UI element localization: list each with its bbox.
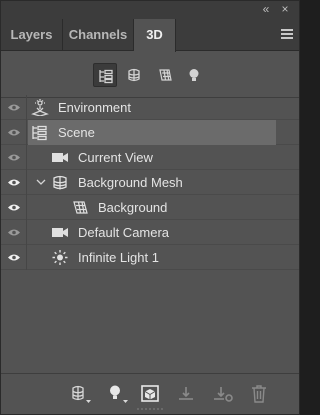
scene-tree-icon: [99, 69, 113, 84]
light-bulb-icon: [189, 69, 199, 81]
render-cube-icon: [141, 385, 159, 402]
trash-icon: [252, 385, 266, 403]
close-panel-button[interactable]: ×: [278, 3, 292, 15]
collapse-panels-button[interactable]: «: [259, 3, 273, 15]
light-bulb-icon: [110, 385, 128, 403]
visibility-toggle[interactable]: [1, 145, 27, 170]
whole-scene-filter-button[interactable]: [93, 63, 117, 87]
tab-layers[interactable]: Layers: [1, 19, 63, 51]
visibility-toggle[interactable]: [1, 245, 27, 270]
scene-tree-icon: [32, 125, 47, 141]
environment-icon: [31, 99, 49, 116]
item-label: Environment: [58, 100, 131, 115]
drop-to-ground-alt-button[interactable]: [213, 384, 235, 404]
camera-icon: [52, 153, 68, 162]
eye-icon: [8, 154, 20, 161]
eye-icon: [8, 229, 20, 236]
mesh-icon: [53, 175, 67, 190]
material-icon: [73, 201, 88, 214]
lights-filter-button[interactable]: [182, 63, 206, 87]
tab-3d[interactable]: 3D: [134, 19, 176, 52]
render-button[interactable]: [140, 384, 162, 404]
list-item[interactable]: Default Camera: [1, 220, 299, 245]
panel-top-bar: « ×: [1, 1, 299, 19]
sun-light-icon: [52, 250, 68, 265]
visibility-toggle[interactable]: [1, 120, 27, 145]
list-item[interactable]: Environment: [1, 95, 299, 120]
visibility-toggle[interactable]: [1, 220, 27, 245]
add-light-button[interactable]: [108, 384, 130, 404]
eye-icon: [8, 104, 20, 111]
drop-to-ground-button[interactable]: [177, 384, 199, 404]
list-item[interactable]: Infinite Light 1: [1, 245, 299, 270]
item-label: Scene: [58, 125, 95, 140]
ground-plus-icon: [214, 387, 233, 402]
tab-bar: Layers Channels 3D: [1, 19, 299, 52]
add-mesh-button[interactable]: [71, 384, 93, 404]
ground-icon: [179, 387, 193, 400]
mesh-icon: [72, 385, 91, 403]
eye-icon: [8, 129, 20, 136]
item-label: Background: [98, 200, 168, 215]
item-label: Infinite Light 1: [78, 250, 159, 265]
panel-menu-icon[interactable]: [281, 29, 293, 39]
list-item[interactable]: Current View: [1, 145, 299, 170]
material-icon: [159, 69, 172, 81]
visibility-toggle[interactable]: [1, 170, 27, 195]
visibility-toggle[interactable]: [1, 95, 27, 120]
item-label: Background Mesh: [78, 175, 183, 190]
chevron-down-icon[interactable]: [35, 175, 47, 189]
filter-row: [1, 52, 299, 98]
eye-icon: [8, 179, 20, 186]
mesh-icon: [128, 68, 140, 82]
camera-icon: [52, 228, 68, 237]
delete-button[interactable]: [249, 384, 271, 404]
list-item[interactable]: Background: [1, 195, 299, 220]
materials-filter-button[interactable]: [153, 63, 177, 87]
list-item[interactable]: Scene: [1, 120, 299, 145]
visibility-toggle[interactable]: [1, 195, 27, 220]
meshes-filter-button[interactable]: [122, 63, 146, 87]
bottom-toolbar: [1, 373, 299, 413]
item-label: Default Camera: [78, 225, 170, 240]
eye-icon: [8, 254, 20, 261]
item-label: Current View: [78, 150, 153, 165]
3d-panel: « × Layers Channels 3D Environment Scene…: [0, 0, 300, 415]
resize-grip[interactable]: [137, 408, 163, 414]
list-item[interactable]: Background Mesh: [1, 170, 299, 195]
eye-icon: [8, 204, 20, 211]
tab-channels[interactable]: Channels: [63, 19, 134, 51]
